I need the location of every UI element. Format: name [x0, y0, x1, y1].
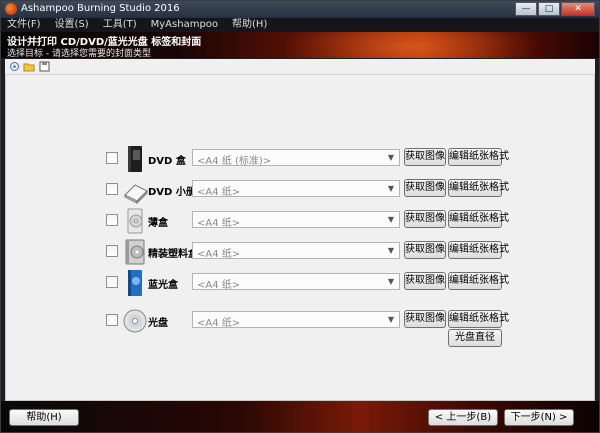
chevron-down-icon: ▼: [387, 246, 395, 255]
jewel-case-checkbox[interactable]: [106, 245, 118, 257]
paper-format-select[interactable]: <A4 纸> ▼: [192, 242, 400, 260]
banner-subtitle: 选择目标 - 请选择您需要的封面类型: [7, 49, 151, 58]
app-logo-icon: [5, 3, 17, 15]
paper-format-select[interactable]: <A4 纸> ▼: [192, 180, 400, 198]
dvd-booklet-icon: [124, 184, 148, 205]
dvd-case-icon: [128, 146, 142, 172]
chevron-down-icon: ▼: [387, 184, 395, 193]
get-image-button[interactable]: 获取图像: [404, 310, 446, 328]
row-label: 光盘: [148, 318, 168, 329]
edit-paper-format-button[interactable]: 编辑纸张格式: [448, 272, 509, 290]
edit-paper-format-button[interactable]: 编辑纸张格式: [448, 179, 509, 197]
footer-bar: 帮助(H) < 上一步(B) 下一步(N) >: [1, 401, 599, 432]
next-button[interactable]: 下一步(N) >: [504, 409, 574, 426]
row-label: DVD 盒: [148, 156, 186, 167]
dvd-booklet-checkbox[interactable]: [106, 183, 118, 195]
help-button[interactable]: 帮助(H): [9, 409, 79, 426]
dvd-case-checkbox[interactable]: [106, 152, 118, 164]
paper-format-select[interactable]: <A4 纸 (标准)> ▼: [192, 149, 400, 167]
list-item: 光盘 <A4 纸> ▼ 获取图像 编辑纸张格式: [6, 309, 596, 333]
menu-file[interactable]: 文件(F): [7, 18, 41, 32]
disc-diameter-button[interactable]: 光盘直径: [448, 329, 502, 347]
row-label: 薄盒: [148, 218, 168, 229]
get-image-button[interactable]: 获取图像: [404, 148, 446, 166]
list-item: DVD 小册子 <A4 纸> ▼ 获取图像 编辑纸张格式: [6, 178, 596, 205]
paper-format-select[interactable]: <A4 纸> ▼: [192, 273, 400, 291]
list-item: 蓝光盒 <A4 纸> ▼ 获取图像 编辑纸张格式: [6, 270, 596, 296]
get-image-button[interactable]: 获取图像: [404, 210, 446, 228]
maximize-button[interactable]: □: [538, 2, 560, 16]
chevron-down-icon: ▼: [387, 215, 395, 224]
disc-icon: [123, 309, 147, 333]
chevron-down-icon: ▼: [387, 153, 395, 162]
minimize-button[interactable]: —: [515, 2, 537, 16]
header-banner: 设计并打印 CD/DVD/蓝光光盘 标签和封面 选择目标 - 请选择您需要的封面…: [1, 32, 599, 58]
new-icon[interactable]: [8, 61, 20, 73]
list-item: 薄盒 <A4 纸> ▼ 获取图像 编辑纸张格式: [6, 208, 596, 234]
close-button[interactable]: ✕: [561, 2, 595, 16]
menu-myashampoo[interactable]: MyAshampoo: [151, 18, 218, 32]
open-folder-icon[interactable]: [23, 61, 35, 73]
window-title: Ashampoo Burning Studio 2016: [21, 3, 180, 14]
menu-bar: 文件(F) 设置(S) 工具(T) MyAshampoo 帮助(H): [1, 18, 599, 32]
edit-paper-format-button[interactable]: 编辑纸张格式: [448, 241, 509, 259]
title-bar: Ashampoo Burning Studio 2016 — □ ✕: [1, 1, 599, 18]
menu-tools[interactable]: 工具(T): [103, 18, 137, 32]
get-image-button[interactable]: 获取图像: [404, 179, 446, 197]
toolbar: [5, 59, 595, 75]
list-item: 精装塑料盒 <A4 纸> ▼ 获取图像 编辑纸张格式: [6, 239, 596, 265]
jewel-case-icon: [125, 239, 145, 265]
paper-format-select[interactable]: <A4 纸> ▼: [192, 311, 400, 329]
slim-case-icon: [127, 208, 143, 234]
menu-help[interactable]: 帮助(H): [232, 18, 267, 32]
edit-paper-format-button[interactable]: 编辑纸张格式: [448, 310, 509, 328]
row-label: 精装塑料盒: [148, 249, 198, 260]
list-item: DVD 盒 <A4 纸 (标准)> ▼ 获取图像 编辑纸张格式: [6, 146, 596, 172]
edit-paper-format-button[interactable]: 编辑纸张格式: [448, 210, 509, 228]
bluray-case-checkbox[interactable]: [106, 276, 118, 288]
chevron-down-icon: ▼: [387, 277, 395, 286]
chevron-down-icon: ▼: [387, 315, 395, 324]
bluray-case-icon: [128, 270, 142, 296]
get-image-button[interactable]: 获取图像: [404, 241, 446, 259]
slim-case-checkbox[interactable]: [106, 214, 118, 226]
menu-settings[interactable]: 设置(S): [55, 18, 89, 32]
get-image-button[interactable]: 获取图像: [404, 272, 446, 290]
app-window: Ashampoo Burning Studio 2016 — □ ✕ 文件(F)…: [0, 0, 600, 433]
cover-type-list: DVD 盒 <A4 纸 (标准)> ▼ 获取图像 编辑纸张格式 DVD 小册子 …: [5, 75, 595, 401]
edit-paper-format-button[interactable]: 编辑纸张格式: [448, 148, 509, 166]
paper-format-select[interactable]: <A4 纸> ▼: [192, 211, 400, 229]
disc-checkbox[interactable]: [106, 314, 118, 326]
save-icon[interactable]: [38, 61, 50, 73]
row-label: 蓝光盒: [148, 280, 178, 291]
back-button[interactable]: < 上一步(B): [428, 409, 498, 426]
